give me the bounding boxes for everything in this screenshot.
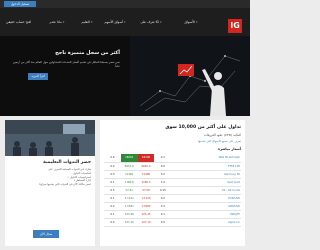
- price-change: 0.5: [104, 186, 121, 195]
- price-row[interactable]: 0.4 127.15 127.10 0.5 Apple Inc: [104, 218, 241, 227]
- chevron-down-icon: ▾: [90, 20, 93, 24]
- market-name[interactable]: Wall Street Cash: [171, 154, 241, 163]
- buy-price: 11481: [120, 170, 138, 179]
- sell-price: 1.5580: [137, 202, 155, 211]
- spread-value: 0.1: [154, 210, 172, 219]
- price-change: 0.2: [104, 202, 121, 211]
- ig-logo[interactable]: IG: [228, 19, 242, 33]
- hero-cta-button[interactable]: اقرأ المزيد: [28, 73, 48, 80]
- price-row[interactable]: 0.1 1180.6 1180.3 1.0 Spot Gold: [104, 178, 241, 187]
- price-change: 0.1: [104, 194, 121, 203]
- buy-price: 1.1121: [120, 194, 138, 203]
- nav-about-ig[interactable]: تعرف على IG▾: [140, 19, 162, 25]
- promo-register-button[interactable]: سجل الآن: [33, 230, 59, 238]
- nav-about-ig-label: تعرف على IG: [140, 20, 160, 24]
- market-name[interactable]: Spot Gold: [171, 178, 241, 187]
- main-nav: افتح حساب حقيقي ماذا نقدم▾ التعليم▾ أسوا…: [0, 8, 250, 36]
- price-change: 0.1: [104, 210, 121, 219]
- hero-banner: أكثر من سجل متميزة ناجح نحن نفخر بسجلنا …: [0, 36, 250, 116]
- markets-title: تداول على أكثر من 10,000 سوق: [165, 125, 241, 130]
- buy-price: 127.15: [120, 218, 138, 227]
- ig-homepage: تسجيل الدخول افتح حساب حقيقي ماذا نقدم▾ …: [0, 0, 250, 250]
- price-row[interactable]: 0.2 1.5581 1.5580 0.3 GBP/USD: [104, 202, 241, 211]
- sell-price: 18200: [137, 154, 155, 163]
- sell-price: 123.45: [137, 210, 155, 219]
- spread-value: 0.1: [154, 154, 172, 163]
- sell-price: 127.10: [137, 218, 155, 227]
- market-name[interactable]: EUR/USD: [171, 194, 241, 203]
- chevron-down-icon: ▾: [62, 20, 65, 24]
- nav-stock-markets-label: أسواق الأسهم: [104, 20, 124, 24]
- sell-price: 6650.0: [137, 162, 155, 171]
- live-prices-table: 0.6 18201 18200 0.1 Wall Street Cash 0.2 6651.…: [104, 154, 241, 227]
- buy-price: 1.5581: [120, 202, 138, 211]
- buy-price: 18201: [120, 154, 138, 163]
- markets-subtitle: عقود الفروقات (CFD) المالية: [204, 133, 241, 137]
- sell-price: 57.58: [137, 186, 155, 195]
- hero-title: أكثر من سجل متميزة ناجح: [55, 50, 120, 56]
- markets-card: تداول على أكثر من 10,000 سوق عقود الفروق…: [100, 120, 245, 246]
- nav-what-we-offer-label: ماذا نقدم: [49, 20, 62, 24]
- hero-graph-illustration: [130, 36, 250, 116]
- seminar-promo-card: حضر الندوات التعليمية شارك في الندوات ال…: [5, 120, 95, 246]
- sell-price: 11480: [137, 170, 155, 179]
- price-change: 0.2: [104, 162, 121, 171]
- market-name[interactable]: Apple Inc: [171, 218, 241, 227]
- price-change: 0.4: [104, 218, 121, 227]
- promo-text: شارك في الندوات المجانية للتعرف على أساس…: [9, 168, 91, 187]
- nav-markets-label: الأسواق: [184, 20, 195, 24]
- market-name[interactable]: FTSE 100: [171, 162, 241, 171]
- spread-value: 0.15: [154, 186, 172, 195]
- sell-price: 1180.3: [137, 178, 155, 187]
- spread-value: 1.0: [154, 178, 172, 187]
- spread-value: 3.2: [154, 170, 172, 179]
- top-strip: تسجيل الدخول: [0, 0, 250, 8]
- market-name[interactable]: Germany 30: [171, 170, 241, 179]
- sell-price: 1.1120: [137, 194, 155, 203]
- spread-value: 0.2: [154, 194, 172, 203]
- nav-what-we-offer[interactable]: ماذا نقدم▾: [46, 19, 68, 25]
- price-row[interactable]: 0.6 18201 18200 0.1 Wall Street Cash: [104, 154, 241, 163]
- price-row[interactable]: 0.3 11481 11480 3.2 Germany 30: [104, 170, 241, 179]
- spread-value: 0.0: [154, 162, 172, 171]
- nav-education-label: التعليم: [81, 20, 90, 24]
- chevron-down-icon: ▾: [195, 20, 198, 24]
- login-button[interactable]: تسجيل الدخول: [4, 1, 36, 7]
- price-row[interactable]: 0.1 1.1121 1.1120 0.2 EUR/USD: [104, 194, 241, 203]
- nav-open-account[interactable]: افتح حساب حقيقي: [6, 19, 32, 25]
- market-name[interactable]: USD/JPY: [171, 210, 241, 219]
- nav-education[interactable]: التعليم▾: [76, 19, 98, 25]
- spread-value: 0.3: [154, 202, 172, 211]
- price-change: 0.1: [104, 178, 121, 187]
- nav-markets[interactable]: الأسواق▾: [180, 19, 202, 25]
- hero-description: نحن نفخر بسجلنا الحافل في تقديم أفضل الخ…: [12, 60, 120, 68]
- promo-line: احجز مكانك الآن في الندوات التي يقدمها خ…: [39, 183, 91, 187]
- nav-stock-markets[interactable]: أسواق الأسهم▾: [104, 19, 126, 25]
- price-row[interactable]: 0.1 123.46 123.45 0.1 USD/JPY: [104, 210, 241, 219]
- live-prices-label: أسعار مباشرة: [217, 147, 241, 151]
- chevron-down-icon: ▾: [160, 20, 162, 24]
- market-name[interactable]: GBP/USD: [171, 202, 241, 211]
- chevron-down-icon: ▾: [124, 20, 126, 24]
- promo-title: حضر الندوات التعليمية: [43, 160, 91, 165]
- spread-value: 0.5: [154, 218, 172, 227]
- markets-link[interactable]: تعرف على جميع الأسواق التي نقدمها: [104, 139, 241, 143]
- price-change: 0.3: [104, 170, 121, 179]
- nav-open-account-label: افتح حساب حقيقي: [6, 20, 32, 24]
- price-change: 0.6: [104, 154, 121, 163]
- buy-price: 123.46: [120, 210, 138, 219]
- buy-price: 6651.0: [120, 162, 138, 171]
- buy-price: 1180.6: [120, 178, 138, 187]
- seminar-photo: [5, 120, 95, 156]
- price-row[interactable]: 0.5 57.61 57.58 0.15 Oil - US Crude: [104, 186, 241, 195]
- market-name[interactable]: Oil - US Crude: [171, 186, 241, 195]
- price-row[interactable]: 0.2 6651.0 6650.0 0.0 FTSE 100: [104, 162, 241, 171]
- buy-price: 57.61: [120, 186, 138, 195]
